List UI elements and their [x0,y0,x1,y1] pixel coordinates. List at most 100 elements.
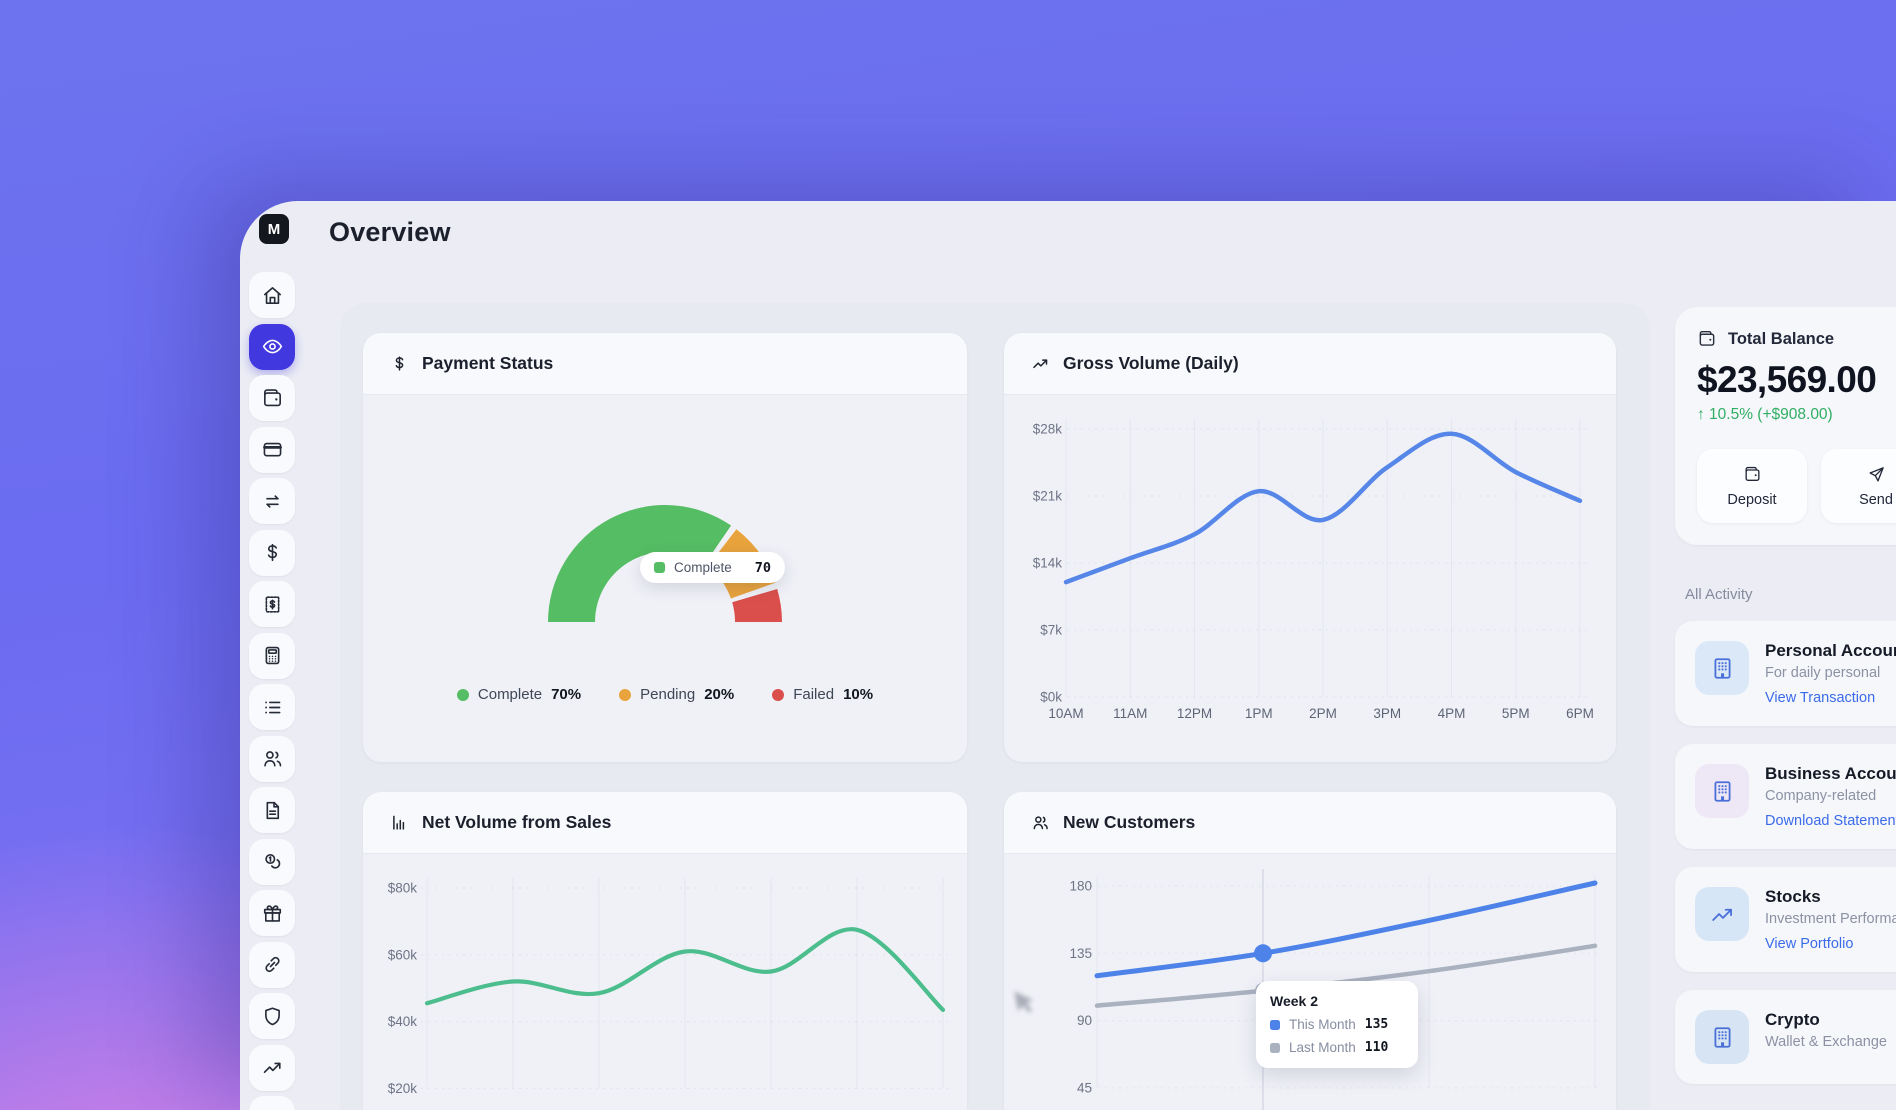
net-volume-chart[interactable]: $80k$60k$40k$20k [363,855,967,1110]
gross-volume-chart[interactable]: $28k$21k$14k$7k$0k10AM11AM12PM1PM2PM3PM4… [1004,396,1616,762]
activity-item-crypto[interactable]: Crypto Wallet & Exchange [1675,990,1896,1084]
activity-icon-tile [1695,641,1749,695]
legend-item-pending: Pending20% [619,686,734,703]
activity-title: Personal Account [1765,641,1896,661]
sidebar-item-users[interactable] [249,736,295,782]
users-icon [261,747,284,770]
sidebar-item-dollar-sign[interactable] [249,530,295,576]
y-tick-label: $0k [1040,690,1062,705]
coins-icon [261,850,284,873]
x-tick-label: 1PM [1245,706,1273,721]
send-button[interactable]: Send [1821,449,1896,523]
gross-volume-header: Gross Volume (Daily) [1004,333,1616,395]
activity-item-personal-account[interactable]: Personal Account For daily personal View T… [1675,621,1896,726]
sidebar-item-gift[interactable] [249,890,295,936]
legend-dot [619,689,631,701]
activity-icon-tile [1695,887,1749,941]
y-tick-label: 90 [1077,1013,1092,1028]
y-tick-label: $7k [1040,623,1062,638]
x-tick-label: 12PM [1177,706,1212,721]
activity-subtitle: Wallet & Exchange [1765,1034,1887,1050]
gross-volume-card: Gross Volume (Daily) $28k$21k$14k$7k$0k1… [1004,333,1616,762]
list-icon [261,696,284,719]
action-label: Deposit [1727,492,1776,508]
activity-title: Crypto [1765,1010,1887,1030]
document-icon [261,799,284,822]
series-line-this-month [1097,883,1595,976]
card-title: Net Volume from Sales [422,812,611,833]
sidebar-item-device[interactable] [249,1096,295,1110]
sidebar-item-calculator[interactable] [249,633,295,679]
activity-link[interactable]: View Transaction [1765,690,1896,706]
legend-label: Failed [793,686,834,703]
chart-tooltip: Week 2 This Month135Last Month110 [1256,981,1418,1068]
highlight-dot [1254,944,1272,962]
activity-item-stocks[interactable]: StocksInvestment PerformanceView Portfol… [1675,867,1896,972]
dashboard-content: Payment Status Complete 70 Complete 70% Pe… [340,303,1650,1110]
legend-label: Pending [640,686,695,703]
trending-up-icon [1709,901,1736,928]
activity-item-business-account[interactable]: Business Account Company-related Download … [1675,744,1896,849]
send-icon [1867,465,1886,484]
users-icon [1031,813,1050,832]
chart-tooltip: Complete 70 [640,552,785,583]
y-tick-label: $14k [1033,556,1063,571]
y-tick-label: 135 [1069,946,1092,961]
tooltip-label: Complete [674,560,732,575]
balance-amount: $23,569.00 [1697,359,1896,401]
net-volume-card: Net Volume from Sales $80k$60k$40k$20k [363,792,967,1110]
y-tick-label: $21k [1033,489,1063,504]
sidebar-item-exchange-arrows[interactable] [249,478,295,524]
new-customers-card: New Customers 1801359045 Week 2 This Mon… [1004,792,1616,1110]
sidebar-item-eye[interactable] [249,324,295,370]
balance-change: ↑ 10.5% (+$908.00) [1697,406,1896,424]
card-title: New Customers [1063,812,1195,833]
activity-title: Business Account [1765,764,1896,784]
sidebar-item-home[interactable] [249,272,295,318]
total-balance-card: Total Balance $23,569.00 ↑ 10.5% (+$908.… [1675,307,1896,545]
desktop-background: { "app": { "logo_letter": "M", "page_tit… [0,0,1896,1110]
sidebar-item-link[interactable] [249,942,295,988]
activity-link[interactable]: View Portfolio [1765,936,1896,952]
x-tick-label: 11AM [1113,706,1147,721]
balance-actions: Deposit Send [1697,449,1896,523]
sidebar-item-trending-up[interactable] [249,1045,295,1091]
y-tick-label: 180 [1069,879,1092,894]
net-volume-body: $80k$60k$40k$20k [363,855,967,1110]
activity-subtitle: For daily personal [1765,665,1896,681]
receipt-dollar-icon [261,593,284,616]
tooltip-title: Week 2 [1270,993,1404,1009]
card-title: Payment Status [422,353,553,374]
tooltip-value: 70 [755,560,771,576]
building-icon [1709,778,1736,805]
activity-link[interactable]: Download Statement [1765,813,1896,829]
tooltip-row: This Month135 [1270,1017,1404,1032]
sidebar-item-coins[interactable] [249,839,295,885]
sidebar-item-receipt-dollar[interactable] [249,581,295,627]
deposit-button[interactable]: Deposit [1697,449,1807,523]
activity-icon-tile [1695,1010,1749,1064]
app-logo: M [259,214,289,244]
app-window: M Overview Payment Status Complete 70 Co… [240,201,1896,1110]
sidebar-item-wallet[interactable] [249,375,295,421]
link-icon [261,953,284,976]
credit-card-icon [261,438,284,461]
gross-volume-body: $28k$21k$14k$7k$0k10AM11AM12PM1PM2PM3PM4… [1004,396,1616,762]
legend-value: 70% [551,686,581,703]
y-tick-label: $40k [388,1014,418,1029]
legend-item-failed: Failed10% [772,686,873,703]
x-tick-label: 2PM [1309,706,1337,721]
sidebar [249,272,295,1110]
sidebar-item-list[interactable] [249,684,295,730]
legend-dot [772,689,784,701]
sidebar-item-credit-card[interactable] [249,427,295,473]
payment-status-body: Complete 70 Complete 70% Pending20% Failed1… [363,396,967,762]
cursor-artifact [1008,985,1064,1025]
trending-up-icon [1031,354,1050,373]
sidebar-item-document[interactable] [249,787,295,833]
gift-icon [261,902,284,925]
chart-legend: Complete70%Pending20%Failed10% [363,686,967,703]
activity-subtitle: Company-related [1765,788,1896,804]
legend-dot [457,689,469,701]
sidebar-item-shield[interactable] [249,993,295,1039]
